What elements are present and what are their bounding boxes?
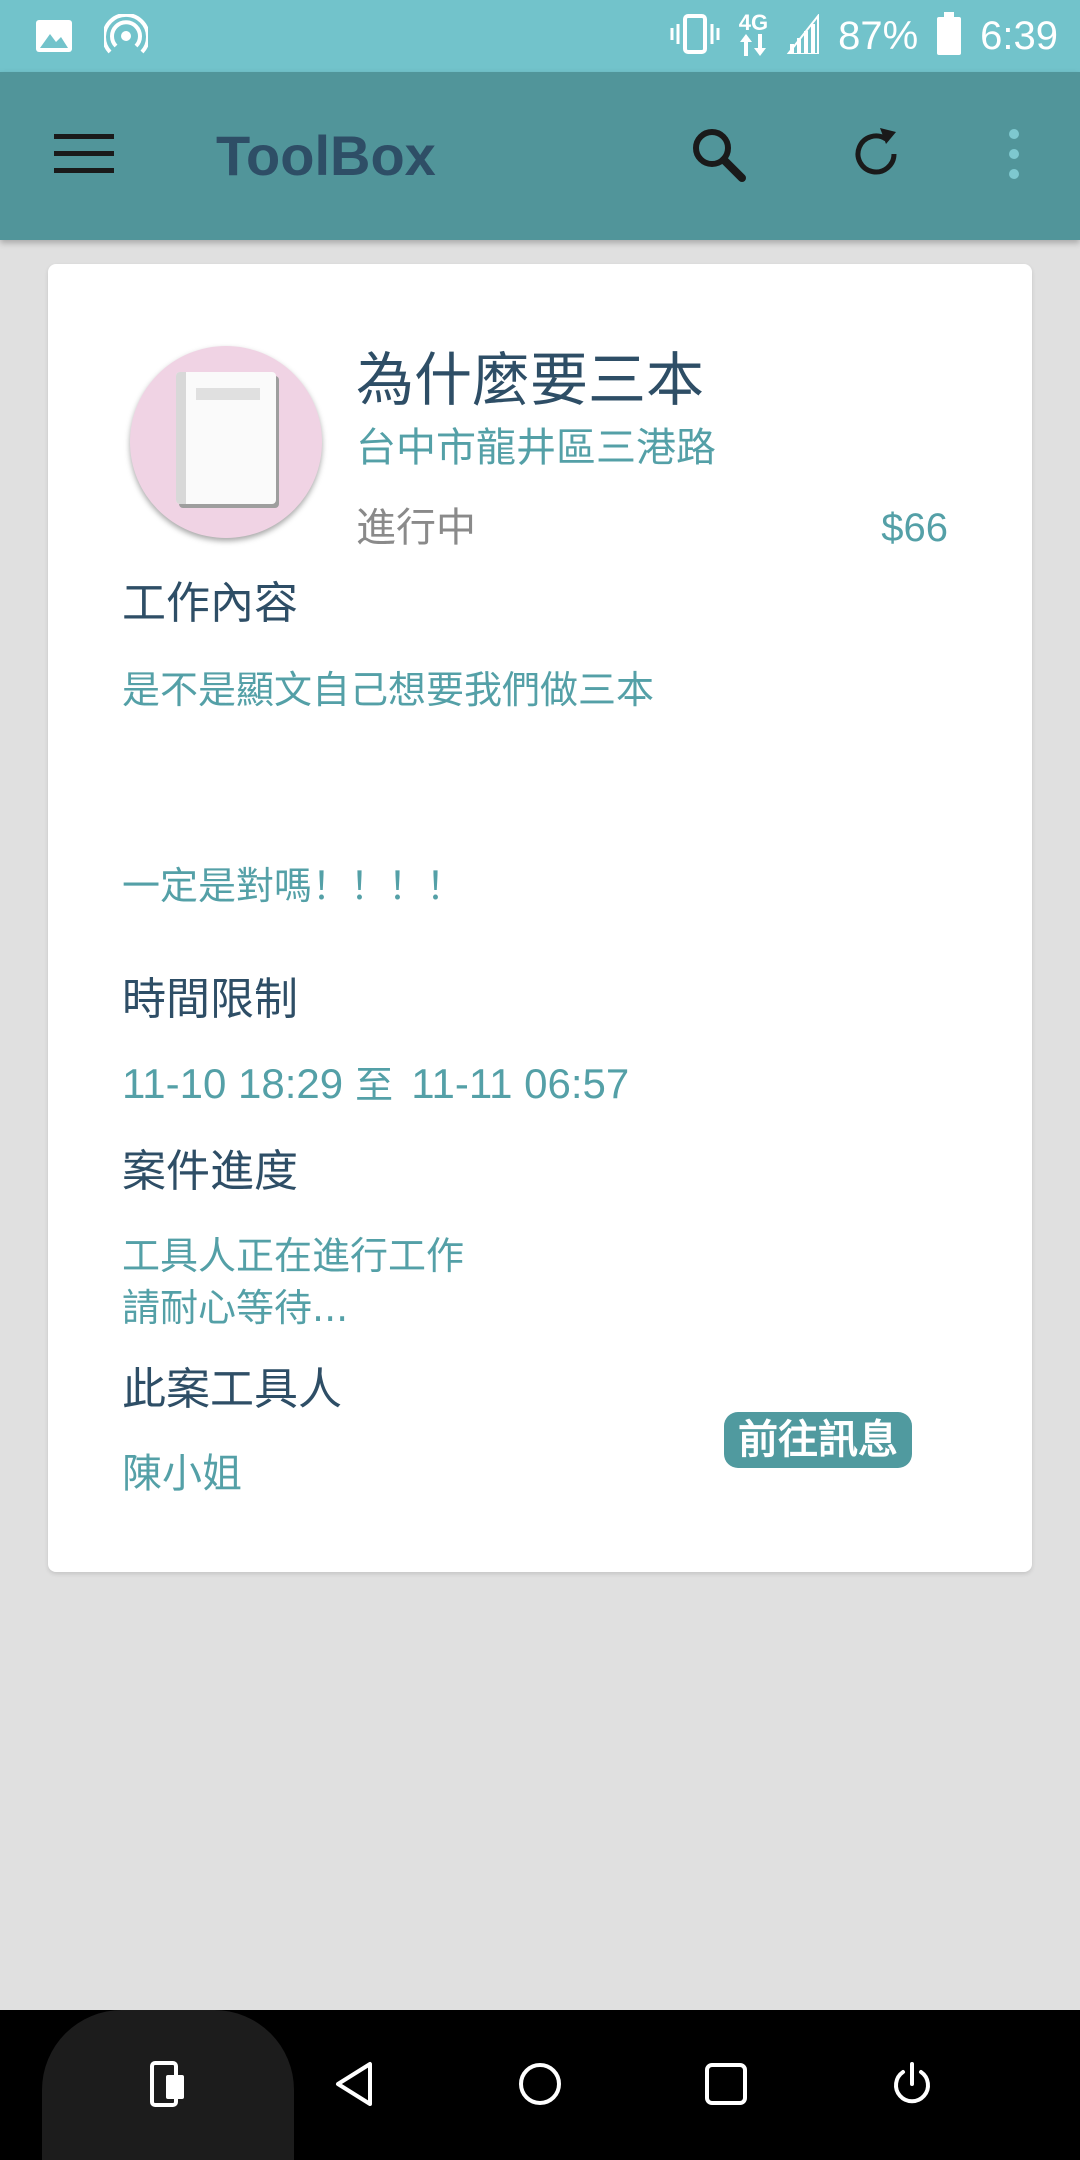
signal-icon	[786, 13, 820, 58]
home-icon	[516, 2060, 564, 2112]
work-content-line-1: 是不是顯文自己想要我們做三本	[122, 668, 655, 712]
power-button[interactable]	[872, 2046, 952, 2126]
more-options-button[interactable]	[990, 120, 1038, 192]
hotspot-icon	[102, 12, 150, 62]
job-title: 為什麼要三本	[356, 346, 705, 414]
menu-button[interactable]	[48, 126, 120, 186]
vibrate-icon	[669, 12, 721, 60]
book-icon	[176, 372, 276, 504]
status-bar: 4G 87% 6:39	[0, 0, 1080, 72]
refresh-icon	[846, 124, 906, 188]
work-content-line-2: 一定是對嗎！！！！	[122, 864, 465, 908]
progress-line-1: 工具人正在進行工作	[122, 1234, 465, 1278]
screen-rotate-button[interactable]	[128, 2046, 208, 2126]
job-address: 台中市龍井區三港路	[356, 425, 716, 471]
job-avatar	[130, 346, 322, 538]
recents-button[interactable]	[686, 2046, 766, 2126]
worker-name: 陳小姐	[122, 1451, 242, 1497]
back-icon	[332, 2060, 376, 2112]
search-icon	[688, 124, 748, 188]
power-icon	[888, 2060, 936, 2112]
more-vert-icon	[1006, 128, 1022, 184]
time-limit-separator: 至	[355, 1063, 394, 1107]
navigation-bar	[0, 2010, 1080, 2160]
search-button[interactable]	[682, 120, 754, 192]
time-limit-heading: 時間限制	[122, 974, 298, 1025]
go-to-messages-button[interactable]: 前往訊息	[724, 1412, 912, 1468]
data-arrows-icon	[739, 34, 767, 60]
time-limit-start: 11-10 18:29	[122, 1060, 344, 1107]
progress-heading: 案件進度	[122, 1146, 298, 1197]
work-content-heading: 工作內容	[122, 578, 298, 629]
home-button[interactable]	[500, 2046, 580, 2126]
image-icon	[34, 16, 74, 60]
time-limit-end: 11-11 06:57	[411, 1060, 630, 1107]
job-detail-card: 為什麼要三本 台中市龍井區三港路 進行中 $66 工作內容 是不是顯文自己想要我…	[48, 264, 1032, 1572]
job-status: 進行中	[356, 505, 476, 551]
clock: 6:39	[980, 13, 1058, 58]
job-price: $66	[881, 506, 948, 550]
screen-rotate-icon	[148, 2059, 188, 2113]
back-button[interactable]	[314, 2046, 394, 2126]
time-limit-range: 11-10 18:29 至 11-11 06:57	[122, 1058, 629, 1111]
menu-icon	[54, 132, 114, 180]
battery-percent: 87%	[838, 13, 919, 58]
app-title: ToolBox	[216, 124, 436, 187]
worker-heading: 此案工具人	[122, 1364, 342, 1415]
app-bar: ToolBox	[0, 72, 1080, 240]
battery-icon	[936, 12, 962, 60]
network-type-label: 4G	[738, 10, 769, 35]
refresh-button[interactable]	[840, 120, 912, 192]
recents-icon	[703, 2061, 749, 2111]
progress-line-2: 請耐心等待...	[122, 1286, 349, 1330]
